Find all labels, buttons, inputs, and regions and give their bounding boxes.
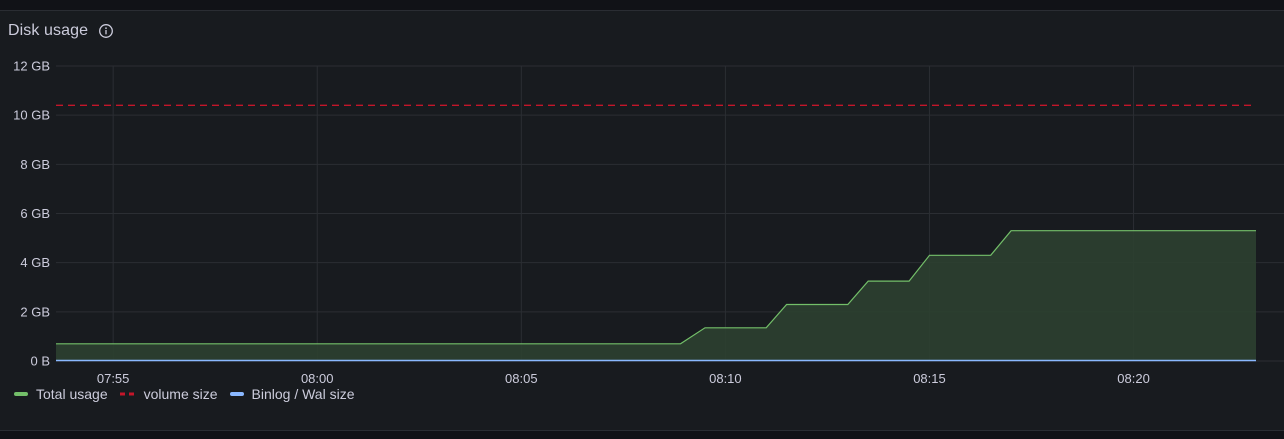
x-tick-label: 08:05 xyxy=(505,371,538,386)
disk-usage-chart: 0 B 2 GB 4 GB 6 GB 8 GB 10 GB 12 GB 07:55 08:00 0… xyxy=(13,59,1284,386)
y-tick-label: 4 GB xyxy=(20,255,50,270)
legend-swatch-binlog-wal-size xyxy=(229,392,244,396)
legend-label-volume-size: volume size xyxy=(143,386,218,402)
legend-label-total-usage: Total usage xyxy=(36,386,108,402)
legend-swatch-volume-size xyxy=(119,392,136,396)
legend-label-binlog-wal-size: Binlog / Wal size xyxy=(251,386,355,402)
x-tick-label: 07:55 xyxy=(97,371,130,386)
series-area-total-usage xyxy=(56,230,1256,361)
x-tick-label: 08:00 xyxy=(301,371,334,386)
x-tick-label: 08:10 xyxy=(709,371,742,386)
y-tick-label: 10 GB xyxy=(13,108,50,123)
y-tick-label: 12 GB xyxy=(13,59,50,74)
legend-item-total-usage[interactable]: Total usage xyxy=(14,386,108,402)
y-tick-label: 8 GB xyxy=(20,157,50,172)
y-tick-label: 2 GB xyxy=(20,304,50,319)
legend-item-binlog-wal-size[interactable]: Binlog / Wal size xyxy=(229,386,355,402)
legend-item-volume-size[interactable]: volume size xyxy=(119,386,218,402)
chart-legend: Total usage volume size Binlog / Wal siz… xyxy=(14,386,355,402)
legend-swatch-total-usage xyxy=(14,392,28,396)
y-tick-label: 0 B xyxy=(30,354,50,369)
x-tick-label: 08:20 xyxy=(1117,371,1150,386)
x-tick-label: 08:15 xyxy=(913,371,946,386)
y-tick-label: 6 GB xyxy=(20,206,50,221)
